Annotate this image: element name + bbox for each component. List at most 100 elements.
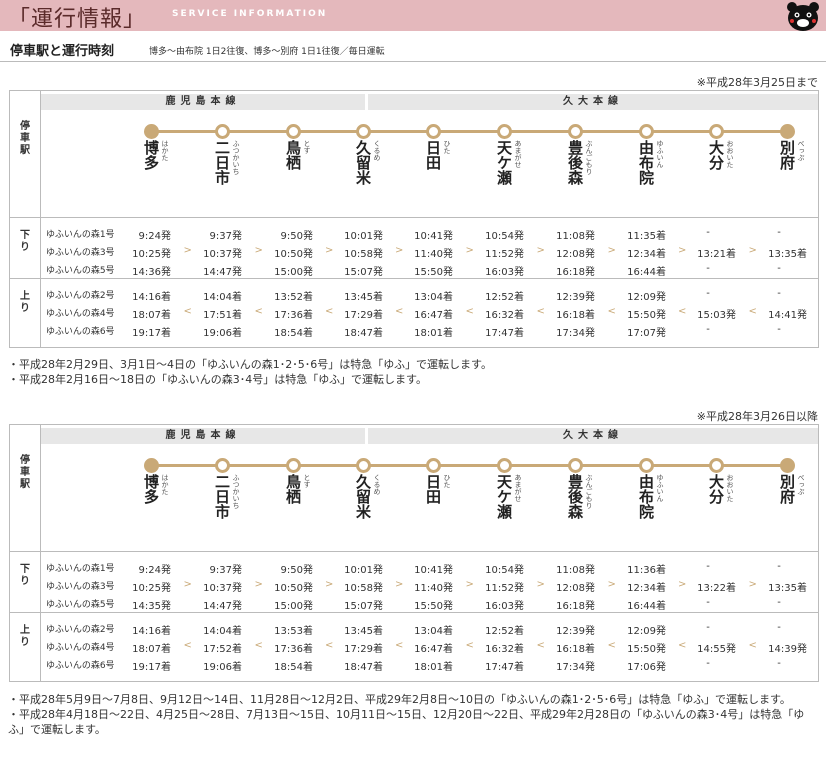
date-note: ※平成28年3月26日以降 [696,410,818,423]
up-label: 上り [20,291,30,314]
time-cell: 18:07着 [132,644,171,655]
station-dot [215,458,230,473]
row-divider [10,551,818,552]
time-cell: 12:39発 [556,292,595,303]
train-name: ゆふいんの森3号 [46,248,115,258]
station-name: 豊後森 [566,140,584,185]
station-dot [286,124,301,139]
left-arrow-icon: < [325,306,334,317]
station-name: 豊後森 [566,474,584,519]
time-cell: 17:29着 [344,310,383,321]
time-cell: 16:03発 [485,267,524,278]
station-kana: ひた [443,474,451,488]
station-kana: ぶんごもり [585,474,593,509]
station-dot [639,458,654,473]
down-label: 下り [20,564,30,587]
time-cell: 11:08発 [556,565,595,576]
time-cell: 10:25発 [132,583,171,594]
right-arrow-icon: > [536,579,545,590]
station-name: 博多 [142,474,160,504]
left-arrow-icon: < [607,306,616,317]
time-cell: 16:18着 [556,644,595,655]
time-cell: 17:34発 [556,662,595,673]
time-cell: 19:06着 [203,328,242,339]
bear-mascot-icon [787,2,819,31]
header-banner: 「運行情報」 SERVICE INFORMATION [0,0,826,32]
time-cell: 14:04着 [203,626,242,637]
time-cell: 17:29着 [344,644,383,655]
station-dot [215,124,230,139]
right-arrow-icon: > [254,579,263,590]
station-name: 別府 [778,474,796,504]
time-cell: 12:09発 [627,292,666,303]
station-name: 鳥栖 [284,474,302,504]
footnotes: ・平成28年2月29日、3月1日〜4日の「ゆふいんの森1･2･5･6号」は特急「… [8,357,818,387]
train-name: ゆふいんの森2号 [46,291,115,301]
station-name: 日田 [424,140,442,170]
train-name: ゆふいんの森2号 [46,625,115,635]
time-cell: - [706,263,710,274]
time-cell: 11:40発 [414,249,453,260]
station-kana: とす [303,474,311,488]
time-cell: 16:32着 [485,644,524,655]
right-arrow-icon: > [607,579,616,590]
time-cell: 18:01着 [414,328,453,339]
station-kana: あまがせ [514,140,522,168]
time-cell: 12:08発 [556,583,595,594]
section-header: 停車駅と運行時刻 博多〜由布院 1日2往復、博多〜別府 1日1往復／毎日運転 [0,39,826,62]
time-cell: 17:07発 [627,328,666,339]
time-cell: 16:18発 [556,267,595,278]
time-cell: - [777,658,781,669]
time-cell: 13:53着 [274,626,313,637]
time-cell: - [706,288,710,299]
right-arrow-icon: > [465,579,474,590]
time-cell: 14:16着 [132,626,171,637]
stops-label: 停車駅 [20,121,30,156]
station-kana: おおいた [726,474,734,502]
time-cell: 13:22着 [697,583,736,594]
station-kana: はかた [161,474,169,495]
time-cell: 9:24発 [138,565,171,576]
station-dot [356,458,371,473]
left-arrow-icon: < [536,640,545,651]
right-arrow-icon: > [325,579,334,590]
line-labels: 鹿児島本線 久大本線 [41,425,818,447]
time-cell: - [706,227,710,238]
time-cell: 13:21着 [697,249,736,260]
time-cell: 13:35着 [768,583,807,594]
line-label-kyudai: 久大本線 [368,428,818,444]
station-name: 由布院 [637,474,655,519]
time-cell: 10:58発 [344,249,383,260]
time-cell: 15:50発 [414,267,453,278]
time-cell: - [777,227,781,238]
train-name: ゆふいんの森5号 [46,600,115,610]
time-cell: 18:47着 [344,662,383,673]
time-cell: 14:47発 [203,601,242,612]
time-cell: 13:52着 [274,292,313,303]
time-cell: 10:41発 [414,565,453,576]
down-label: 下り [20,230,30,253]
left-arrow-icon: < [536,306,545,317]
date-note: ※平成28年3月25日まで [696,76,818,89]
station-dot [356,124,371,139]
station-name: 二日市 [213,474,231,519]
time-cell: 9:37発 [209,565,242,576]
time-cell: 16:44着 [627,601,666,612]
time-cell: 17:51着 [203,310,242,321]
timetable: 鹿児島本線 久大本線停車駅博多 はかた 二日市 ふつかいち 鳥栖 とす 久留米 くるめ 日田 ひた 天… [9,424,819,682]
time-cell: 16:03発 [485,601,524,612]
station-dot [568,458,583,473]
time-cell: 14:35発 [132,601,171,612]
time-cell: 14:39発 [768,644,807,655]
time-cell: 19:17着 [132,662,171,673]
time-cell: 16:18着 [556,310,595,321]
time-cell: 15:00発 [274,601,313,612]
station-kana: くるめ [373,140,381,161]
time-cell: 15:50発 [414,601,453,612]
time-cell: 11:40発 [414,583,453,594]
time-cell: 9:50発 [280,231,313,242]
station-name: 大分 [707,474,725,504]
left-arrow-icon: < [748,306,757,317]
time-cell: - [706,597,710,608]
time-cell: - [706,622,710,633]
